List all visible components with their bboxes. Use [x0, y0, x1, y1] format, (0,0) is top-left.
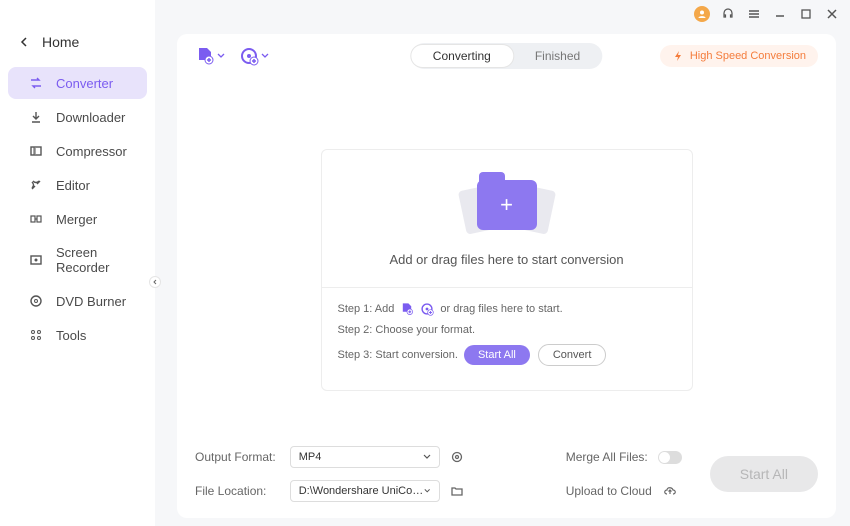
chevron-down-icon — [424, 487, 430, 495]
sidebar-item-merger[interactable]: Merger — [8, 203, 147, 235]
minimize-icon[interactable] — [772, 6, 788, 22]
close-icon[interactable] — [824, 6, 840, 22]
output-format-label: Output Format: — [195, 450, 276, 464]
step-2: Step 2: Choose your format. — [338, 324, 676, 336]
home-nav[interactable]: Home — [0, 28, 155, 66]
start-all-small-button[interactable]: Start All — [464, 345, 530, 365]
output-format-select[interactable]: MP4 — [290, 446, 440, 468]
step-3: Step 3: Start conversion. Start All Conv… — [338, 344, 676, 366]
merger-icon — [28, 211, 44, 227]
folder-plus-icon: + — [477, 180, 537, 230]
panel-header: Converting Finished High Speed Conversio… — [177, 34, 836, 78]
sidebar-item-compressor[interactable]: Compressor — [8, 135, 147, 167]
sidebar-item-screen-recorder[interactable]: Screen Recorder — [8, 237, 147, 283]
step-1: Step 1: Add or drag files here to start. — [338, 302, 676, 316]
chevron-down-icon — [261, 52, 269, 60]
add-file-button[interactable] — [195, 46, 225, 66]
start-all-button[interactable]: Start All — [710, 456, 818, 492]
support-icon[interactable] — [720, 6, 736, 22]
merge-toggle[interactable] — [658, 451, 682, 464]
chevron-down-icon — [217, 52, 225, 60]
settings-icon[interactable] — [450, 450, 464, 464]
sidebar-item-label: Compressor — [56, 144, 127, 159]
cloud-upload-icon[interactable] — [662, 484, 678, 498]
menu-icon[interactable] — [746, 6, 762, 22]
dropzone-text: Add or drag files here to start conversi… — [389, 252, 623, 267]
sidebar-item-label: Screen Recorder — [56, 245, 127, 275]
recorder-icon — [28, 252, 44, 268]
back-icon — [20, 37, 30, 47]
sidebar-item-editor[interactable]: Editor — [8, 169, 147, 201]
file-location-select[interactable]: D:\Wondershare UniConverter 1 — [290, 480, 440, 502]
window-titlebar — [155, 0, 850, 22]
high-speed-conversion-button[interactable]: High Speed Conversion — [660, 45, 818, 67]
sidebar-item-label: Tools — [56, 328, 86, 343]
sidebar-item-downloader[interactable]: Downloader — [8, 101, 147, 133]
tab-finished[interactable]: Finished — [513, 45, 602, 67]
dropzone-steps: Step 1: Add or drag files here to start.… — [322, 287, 692, 390]
sidebar-item-label: DVD Burner — [56, 294, 126, 309]
sidebar-item-label: Editor — [56, 178, 90, 193]
add-file-mini-icon — [400, 302, 414, 316]
home-label: Home — [42, 34, 79, 50]
converter-icon — [28, 75, 44, 91]
converter-panel: Converting Finished High Speed Conversio… — [177, 34, 836, 518]
merge-label: Merge All Files: — [566, 450, 648, 464]
dvd-icon — [28, 293, 44, 309]
tab-segment: Converting Finished — [411, 43, 602, 69]
sidebar-item-label: Merger — [56, 212, 97, 227]
compressor-icon — [28, 143, 44, 159]
dropzone-top: + Add or drag files here to start conver… — [322, 150, 692, 287]
user-avatar-icon[interactable] — [694, 6, 710, 22]
lightning-icon — [672, 50, 684, 62]
add-dvd-button[interactable] — [239, 46, 269, 66]
convert-small-button[interactable]: Convert — [538, 344, 607, 366]
chevron-down-icon — [423, 453, 431, 461]
sidebar-item-converter[interactable]: Converter — [8, 67, 147, 99]
sidebar-collapse-handle[interactable] — [149, 276, 161, 288]
upload-label: Upload to Cloud — [566, 484, 652, 498]
tools-icon — [28, 327, 44, 343]
maximize-icon[interactable] — [798, 6, 814, 22]
tab-converting[interactable]: Converting — [411, 45, 513, 67]
content-center: + Add or drag files here to start conver… — [177, 78, 836, 438]
main-area: Converting Finished High Speed Conversio… — [155, 0, 850, 526]
sidebar-item-dvd-burner[interactable]: DVD Burner — [8, 285, 147, 317]
hsc-label: High Speed Conversion — [690, 50, 806, 62]
sidebar: Home Converter Downloader Compressor Edi… — [0, 0, 155, 526]
editor-icon — [28, 177, 44, 193]
panel-footer: Output Format: MP4 Merge All Files: Star… — [177, 438, 836, 518]
sidebar-item-label: Downloader — [56, 110, 125, 125]
add-dvd-mini-icon — [420, 302, 434, 316]
dropzone[interactable]: + Add or drag files here to start conver… — [321, 149, 693, 391]
open-folder-icon[interactable] — [450, 484, 464, 498]
download-icon — [28, 109, 44, 125]
sidebar-item-tools[interactable]: Tools — [8, 319, 147, 351]
file-location-label: File Location: — [195, 484, 276, 498]
sidebar-item-label: Converter — [56, 76, 113, 91]
